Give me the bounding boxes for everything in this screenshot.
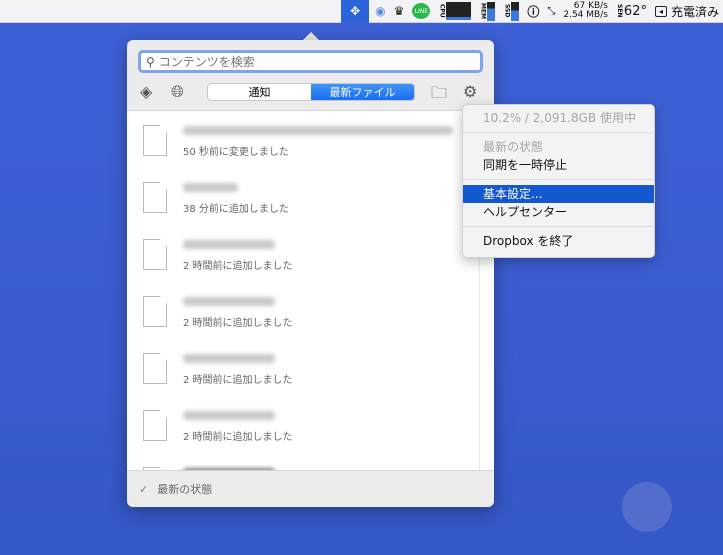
expand-icon[interactable]: ⤡ xyxy=(547,0,555,23)
network-monitor[interactable]: 67 KB/s 2.54 MB/s xyxy=(563,0,608,23)
menu-item-sync-status: 最新の状態 xyxy=(483,140,544,154)
search-input[interactable] xyxy=(158,54,480,69)
menu-separator xyxy=(463,179,654,180)
battery-icon: ◂ xyxy=(654,5,667,17)
search-icon: ⚲ xyxy=(146,54,155,69)
folder-icon[interactable]: 🗀 xyxy=(431,82,447,109)
menu-bar: ✥ ◉ ♛ LINE CPU MEM SSD ⓘ ⤡ 67 KB/s 2.54 M… xyxy=(0,0,723,23)
menu-separator xyxy=(463,226,654,227)
cpu-monitor[interactable]: CPU xyxy=(438,0,472,23)
battery-status[interactable]: ◂ 充電済み xyxy=(654,0,719,23)
tab-notifications[interactable]: 通知 xyxy=(208,84,311,100)
list-item[interactable] xyxy=(127,453,467,470)
sensor-monitor[interactable]: SEN 62° xyxy=(616,0,647,23)
tab-recent-files[interactable]: 最新ファイル xyxy=(311,84,414,100)
file-name-blurred xyxy=(183,354,275,363)
tab-switcher: 通知 最新ファイル xyxy=(207,83,415,101)
file-name-blurred xyxy=(183,126,453,135)
menu-item-quit[interactable]: Dropbox を終了 xyxy=(463,232,654,250)
dropbox-popup: ⚲ ◈ 🌐︎ 通知 最新ファイル 🗀 ⚙ 50 秒前に変更しました 38 分前に… xyxy=(127,40,494,507)
file-name-blurred xyxy=(183,240,275,249)
file-name-blurred xyxy=(183,411,275,420)
file-icon xyxy=(143,296,167,327)
list-item[interactable]: 2 時間前に追加しました xyxy=(127,225,467,282)
file-name-blurred xyxy=(183,183,238,192)
file-name-blurred xyxy=(183,297,275,306)
globe-icon[interactable]: 🌐︎ xyxy=(171,82,184,102)
menu-item-preferences[interactable]: 基本設定... xyxy=(463,185,654,203)
wifi-icon[interactable]: ◉ xyxy=(375,0,385,23)
list-item[interactable]: 2 時間前に追加しました xyxy=(127,339,467,396)
menu-item-help-center[interactable]: ヘルプセンター xyxy=(463,203,654,221)
file-icon xyxy=(143,125,167,156)
line-app-icon[interactable]: LINE xyxy=(412,0,431,23)
list-item[interactable]: 50 秒前に変更しました xyxy=(127,111,467,168)
settings-menu: 10.2% / 2,091.8GB 使用中 最新の状態 同期を一時停止 基本設定… xyxy=(462,104,655,258)
layers-icon[interactable]: ◈ xyxy=(140,82,152,101)
menu-separator xyxy=(463,132,654,133)
file-icon xyxy=(143,182,167,213)
list-item[interactable]: 2 時間前に追加しました xyxy=(127,282,467,339)
memory-monitor[interactable]: MEM xyxy=(479,0,496,23)
info-icon[interactable]: ⓘ xyxy=(527,0,539,23)
crown-icon[interactable]: ♛ xyxy=(394,0,405,23)
list-item[interactable]: 2 時間前に追加しました xyxy=(127,396,467,453)
checkmark-icon: ✓ xyxy=(139,482,149,496)
gear-icon[interactable]: ⚙ xyxy=(463,82,477,101)
recent-files-list: 50 秒前に変更しました 38 分前に追加しました 2 時間前に追加しました 2… xyxy=(127,110,494,470)
menu-item-usage: 10.2% / 2,091.8GB 使用中 xyxy=(483,111,636,125)
dropbox-menubar-icon[interactable]: ✥ xyxy=(341,0,370,23)
watermark-logo xyxy=(622,482,672,532)
menu-item-pause-sync[interactable]: 同期を一時停止 xyxy=(463,156,654,174)
file-icon xyxy=(143,239,167,270)
ssd-monitor[interactable]: SSD xyxy=(503,0,520,23)
list-item[interactable]: 38 分前に追加しました xyxy=(127,168,467,225)
search-field[interactable]: ⚲ xyxy=(138,50,483,73)
status-footer: ✓ 最新の状態 xyxy=(127,470,494,507)
file-icon xyxy=(143,410,167,441)
file-icon xyxy=(143,353,167,384)
